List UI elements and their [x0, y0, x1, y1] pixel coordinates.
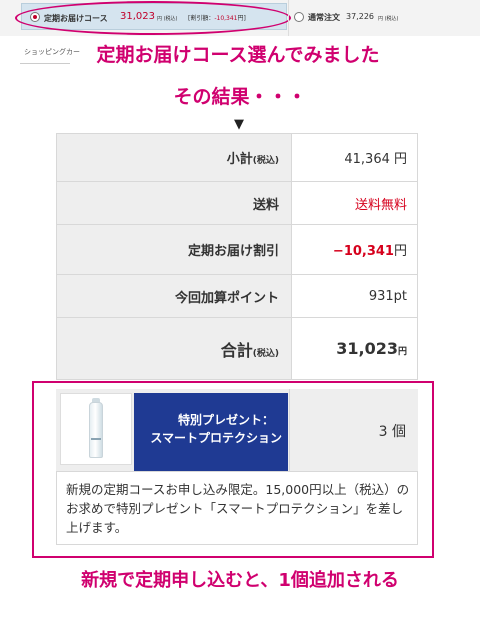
points-label: 今回加算ポイント: [56, 274, 292, 318]
points-value: 931pt: [291, 274, 418, 318]
total-value-cell: 31,023円: [291, 317, 418, 380]
discount-unit: 円: [393, 244, 407, 259]
subtotal-value: 41,364 円: [291, 133, 418, 182]
shipping-value: 送料無料: [291, 181, 418, 225]
normal-order-label[interactable]: 通常注文: [308, 12, 340, 23]
gift-highlight-box: [32, 381, 434, 558]
shopping-cart-tab[interactable]: ショッピングカー: [24, 47, 80, 57]
total-row: 合計(税込) 31,023円: [56, 317, 418, 380]
annotation-line-2: その結果・・・: [173, 86, 307, 108]
discount-value-cell: −10,341円: [291, 224, 418, 275]
normal-order-radio[interactable]: [294, 12, 304, 22]
total-amount: 31,023: [336, 339, 398, 358]
total-label-text: 合計: [220, 340, 253, 360]
annotation-line-1: 定期お届けコース選んでみました: [96, 44, 380, 66]
total-unit: 円: [397, 347, 407, 357]
cart-tab-underline: [20, 63, 70, 64]
normal-order-tax-note: 円 (税込): [378, 16, 399, 22]
discount-row: 定期お届け割引 −10,341円: [56, 224, 418, 275]
subtotal-label: 小計(税込): [56, 133, 292, 182]
shipping-row: 送料 送料無料: [56, 181, 418, 225]
subtotal-label-text: 小計: [226, 152, 253, 167]
down-arrow-icon: ▼: [234, 117, 244, 132]
total-label: 合計(税込): [56, 317, 292, 380]
normal-order-price: 37,226: [346, 12, 374, 21]
total-label-suffix: (税込): [252, 348, 279, 359]
subtotal-label-suffix: (税込): [252, 156, 279, 166]
order-summary-table: 小計(税込) 41,364 円 送料 送料無料 定期お届け割引 −10,341円…: [56, 133, 418, 380]
strip-divider: [288, 0, 289, 36]
annotation-bottom: 新規で定期申し込むと、1個追加される: [81, 570, 399, 591]
discount-label: 定期お届け割引: [56, 224, 292, 275]
highlight-ellipse: [15, 1, 291, 35]
discount-amount: −10,341: [332, 244, 394, 259]
points-row: 今回加算ポイント 931pt: [56, 274, 418, 318]
subtotal-row: 小計(税込) 41,364 円: [56, 133, 418, 182]
shipping-label: 送料: [56, 181, 292, 225]
